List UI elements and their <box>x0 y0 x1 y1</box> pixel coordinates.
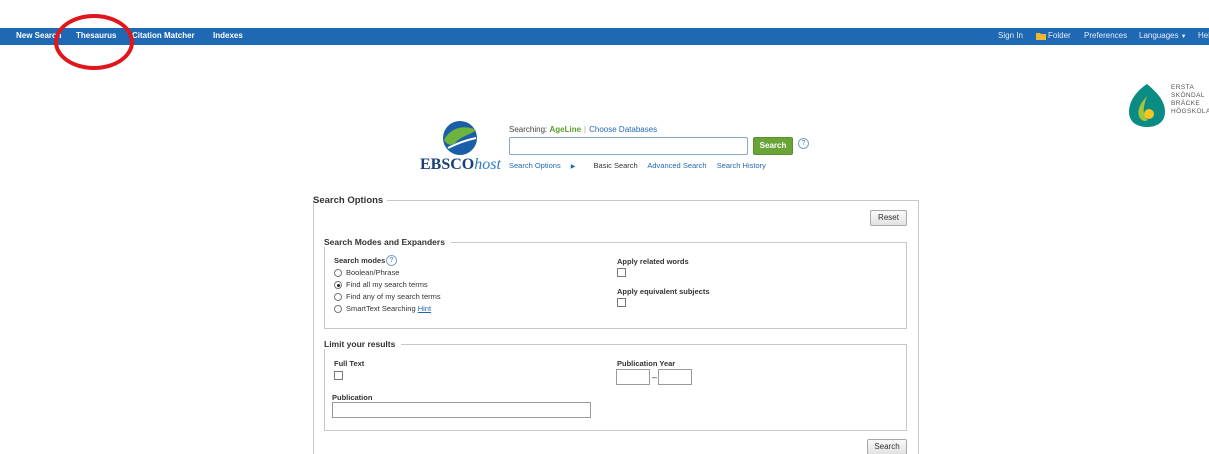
institution-name: ERSTA SKÖNDAL BRÄCKE HÖGSKOLA <box>1171 84 1209 115</box>
year-from-input[interactable] <box>616 369 650 385</box>
folder-icon[interactable] <box>1036 32 1046 40</box>
mode-find-any[interactable]: Find any of my search terms <box>334 292 441 302</box>
search-modes-title: Search Modes and Expanders <box>324 237 451 247</box>
help-link[interactable]: Help <box>1198 31 1209 40</box>
radio-button[interactable] <box>334 293 342 302</box>
publication-input[interactable] <box>332 402 591 418</box>
related-words-label: Apply related words <box>617 257 689 266</box>
search-modes-help-icon[interactable]: ? <box>386 255 397 266</box>
search-history-link[interactable]: Search History <box>717 161 766 170</box>
year-range-dash: – <box>652 372 658 382</box>
mode-label: SmartText Searching <box>346 304 416 313</box>
mode-label: Boolean/Phrase <box>346 268 400 277</box>
nav-indexes[interactable]: Indexes <box>213 31 243 40</box>
sign-in-link[interactable]: Sign In <box>998 31 1023 40</box>
ebsco-globe-icon <box>443 121 477 155</box>
search-options-label: Search Options <box>509 161 561 170</box>
brand-italic: host <box>474 156 501 173</box>
equivalent-subjects-label: Apply equivalent subjects <box>617 287 710 296</box>
full-text-label: Full Text <box>334 359 365 368</box>
publication-label: Publication <box>332 393 373 402</box>
highlight-circle <box>54 14 134 70</box>
ebsco-logo-text: EBSCOhost <box>420 156 501 174</box>
nav-citation-matcher[interactable]: Citation Matcher <box>132 31 195 40</box>
radio-button[interactable] <box>334 269 342 278</box>
options-divider <box>387 200 919 201</box>
search-options-title: Search Options <box>313 195 384 206</box>
languages-menu[interactable]: Languages ▼ <box>1139 31 1187 40</box>
mode-boolean-phrase[interactable]: Boolean/Phrase <box>334 268 400 278</box>
preferences-link[interactable]: Preferences <box>1084 31 1127 40</box>
publication-year-label: Publication Year <box>617 359 676 368</box>
main-search-button[interactable]: Search <box>753 137 793 155</box>
year-to-input[interactable] <box>658 369 692 385</box>
options-search-button[interactable]: Search <box>867 439 907 454</box>
reset-button[interactable]: Reset <box>870 210 907 226</box>
searching-line: Searching: AgeLine | Choose Databases <box>509 125 657 134</box>
hint-link[interactable]: Hint <box>418 304 431 313</box>
mode-label: Find all my search terms <box>346 280 428 289</box>
brand-bold: EBSCO <box>420 156 475 173</box>
searching-label: Searching: <box>509 125 548 134</box>
search-options-toggle[interactable]: Search Options ▶ <box>509 161 583 170</box>
languages-label: Languages <box>1139 31 1179 40</box>
top-navigation-bar: New Search Thesaurus Citation Matcher In… <box>0 28 1209 45</box>
search-help-icon[interactable]: ? <box>798 138 809 149</box>
database-name: AgeLine <box>549 125 582 134</box>
equivalent-subjects-checkbox[interactable] <box>617 298 626 307</box>
full-text-checkbox[interactable] <box>334 371 343 380</box>
choose-databases-link[interactable]: Choose Databases <box>589 125 657 134</box>
separator: | <box>584 125 587 134</box>
main-search-input[interactable] <box>509 137 748 155</box>
mode-find-all[interactable]: Find all my search terms <box>334 280 428 290</box>
related-words-checkbox[interactable] <box>617 268 626 277</box>
chevron-down-icon: ▼ <box>1180 34 1187 40</box>
advanced-search-link[interactable]: Advanced Search <box>647 161 706 170</box>
radio-button[interactable] <box>334 305 342 314</box>
institution-logo-icon <box>1129 84 1165 127</box>
limits-title: Limit your results <box>324 339 402 349</box>
triangle-right-icon: ▶ <box>570 164 576 170</box>
search-modes-label: Search modes <box>334 256 386 265</box>
folder-link[interactable]: Folder <box>1048 31 1071 40</box>
radio-button-selected[interactable] <box>334 281 342 290</box>
basic-search-link[interactable]: Basic Search <box>594 161 638 170</box>
mode-label: Find any of my search terms <box>346 292 441 301</box>
mode-smarttext[interactable]: SmartText Searching Hint <box>334 304 431 314</box>
search-subnav: Search Options ▶ Basic Search Advanced S… <box>509 161 774 170</box>
